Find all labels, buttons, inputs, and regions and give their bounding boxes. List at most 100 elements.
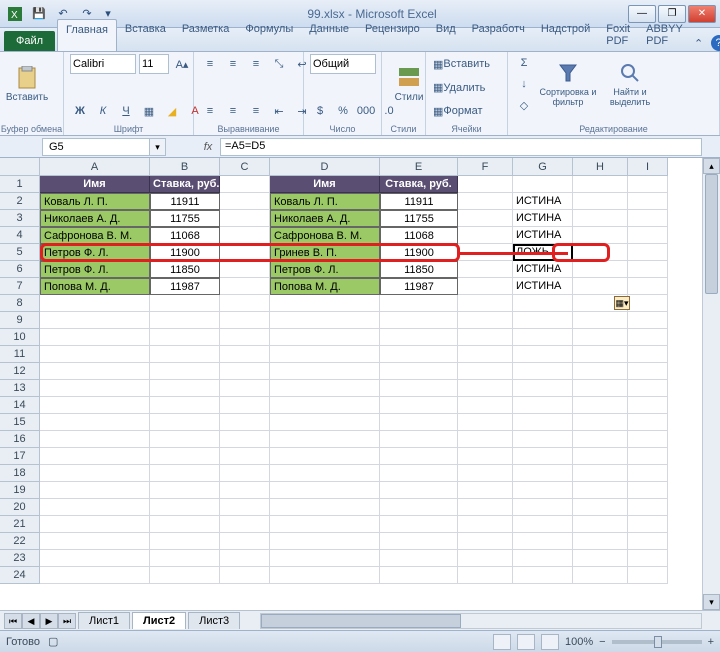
row-header-20[interactable]: 20 <box>0 499 40 516</box>
cell-D21[interactable] <box>270 516 380 533</box>
row-header-17[interactable]: 17 <box>0 448 40 465</box>
cell-H21[interactable] <box>573 516 628 533</box>
cell-F12[interactable] <box>458 363 513 380</box>
row-header-22[interactable]: 22 <box>0 533 40 550</box>
row-header-24[interactable]: 24 <box>0 567 40 584</box>
cell-A8[interactable] <box>40 295 150 312</box>
table2-name-2[interactable]: Сафронова В. М. <box>270 227 380 244</box>
row-header-10[interactable]: 10 <box>0 329 40 346</box>
cell-F9[interactable] <box>458 312 513 329</box>
table1-name-0[interactable]: Коваль Л. П. <box>40 193 150 210</box>
cell-A16[interactable] <box>40 431 150 448</box>
border-icon[interactable]: ▦ <box>139 101 159 121</box>
cell-H15[interactable] <box>573 414 628 431</box>
result-5[interactable]: ИСТИНА <box>513 278 573 295</box>
header-name-1[interactable]: Имя <box>40 176 150 193</box>
cell-A9[interactable] <box>40 312 150 329</box>
currency-icon[interactable]: $ <box>310 101 330 121</box>
scroll-down-icon[interactable]: ▾ <box>703 594 720 610</box>
row-header-23[interactable]: 23 <box>0 550 40 567</box>
file-tab[interactable]: Файл <box>4 31 55 51</box>
cell-C9[interactable] <box>220 312 270 329</box>
align-middle-icon[interactable]: ≡ <box>223 54 243 74</box>
cell-C18[interactable] <box>220 465 270 482</box>
cell-H16[interactable] <box>573 431 628 448</box>
result-3[interactable]: ЛОЖЬ <box>513 244 573 261</box>
cell-I13[interactable] <box>628 380 668 397</box>
orientation-icon[interactable]: ⤡ <box>269 54 289 74</box>
cell-C14[interactable] <box>220 397 270 414</box>
sheet-prev-icon[interactable]: ◀ <box>22 613 40 629</box>
format-cells-button[interactable]: ▦ Формат <box>432 101 483 121</box>
cell-D15[interactable] <box>270 414 380 431</box>
cell-C21[interactable] <box>220 516 270 533</box>
cell-I9[interactable] <box>628 312 668 329</box>
zoom-slider[interactable] <box>612 640 702 644</box>
cell-E9[interactable] <box>380 312 458 329</box>
cell-H23[interactable] <box>573 550 628 567</box>
cell-G19[interactable] <box>513 482 573 499</box>
cell-D12[interactable] <box>270 363 380 380</box>
cell-H12[interactable] <box>573 363 628 380</box>
table1-name-2[interactable]: Сафронова В. М. <box>40 227 150 244</box>
cell-E10[interactable] <box>380 329 458 346</box>
zoom-thumb[interactable] <box>654 636 662 648</box>
table2-rate-0[interactable]: 11911 <box>380 193 458 210</box>
cell-E14[interactable] <box>380 397 458 414</box>
cell-A23[interactable] <box>40 550 150 567</box>
bold-button[interactable]: Ж <box>70 101 90 121</box>
column-header-A[interactable]: A <box>40 158 150 176</box>
cell-D13[interactable] <box>270 380 380 397</box>
align-bottom-icon[interactable]: ≡ <box>246 54 266 74</box>
cell-B11[interactable] <box>150 346 220 363</box>
table2-name-3[interactable]: Гринев В. П. <box>270 244 380 261</box>
cell-B15[interactable] <box>150 414 220 431</box>
cell-F5[interactable] <box>458 244 513 261</box>
cell-B21[interactable] <box>150 516 220 533</box>
name-box-dropdown-icon[interactable]: ▾ <box>150 138 166 156</box>
table2-name-4[interactable]: Петров Ф. Л. <box>270 261 380 278</box>
sort-filter-button[interactable]: Сортировка и фильтр <box>538 54 598 114</box>
cell-H24[interactable] <box>573 567 628 584</box>
table1-name-4[interactable]: Петров Ф. Л. <box>40 261 150 278</box>
cell-E21[interactable] <box>380 516 458 533</box>
percent-icon[interactable]: % <box>333 101 353 121</box>
cell-G11[interactable] <box>513 346 573 363</box>
cell-I7[interactable] <box>628 278 668 295</box>
row-header-9[interactable]: 9 <box>0 312 40 329</box>
column-header-H[interactable]: H <box>573 158 628 176</box>
cell-I4[interactable] <box>628 227 668 244</box>
cell-G14[interactable] <box>513 397 573 414</box>
result-4[interactable]: ИСТИНА <box>513 261 573 278</box>
row-header-8[interactable]: 8 <box>0 295 40 312</box>
table1-rate-3[interactable]: 11900 <box>150 244 220 261</box>
table2-name-5[interactable]: Попова М. Д. <box>270 278 380 295</box>
cell-B23[interactable] <box>150 550 220 567</box>
cell-B16[interactable] <box>150 431 220 448</box>
cell-C19[interactable] <box>220 482 270 499</box>
column-header-E[interactable]: E <box>380 158 458 176</box>
cell-G18[interactable] <box>513 465 573 482</box>
scroll-up-icon[interactable]: ▴ <box>703 158 720 174</box>
cell-I14[interactable] <box>628 397 668 414</box>
sheet-tab-2[interactable]: Лист3 <box>188 612 240 629</box>
cell-E23[interactable] <box>380 550 458 567</box>
ribbon-tab-7[interactable]: Разработч <box>464 19 533 51</box>
row-header-4[interactable]: 4 <box>0 227 40 244</box>
cell-I22[interactable] <box>628 533 668 550</box>
cells-area[interactable]: ИмяСтавка, руб.ИмяСтавка, руб.Коваль Л. … <box>40 176 702 610</box>
zoom-out-icon[interactable]: − <box>599 636 605 648</box>
table2-rate-5[interactable]: 11987 <box>380 278 458 295</box>
table2-name-0[interactable]: Коваль Л. П. <box>270 193 380 210</box>
cell-G1[interactable] <box>513 176 573 193</box>
cell-D11[interactable] <box>270 346 380 363</box>
fill-color-icon[interactable]: ◢ <box>162 101 182 121</box>
cell-G13[interactable] <box>513 380 573 397</box>
align-left-icon[interactable]: ≡ <box>200 101 220 121</box>
font-size-select[interactable] <box>139 54 169 74</box>
cell-F4[interactable] <box>458 227 513 244</box>
cell-F8[interactable] <box>458 295 513 312</box>
cell-G23[interactable] <box>513 550 573 567</box>
cell-H3[interactable] <box>573 210 628 227</box>
cell-H7[interactable] <box>573 278 628 295</box>
